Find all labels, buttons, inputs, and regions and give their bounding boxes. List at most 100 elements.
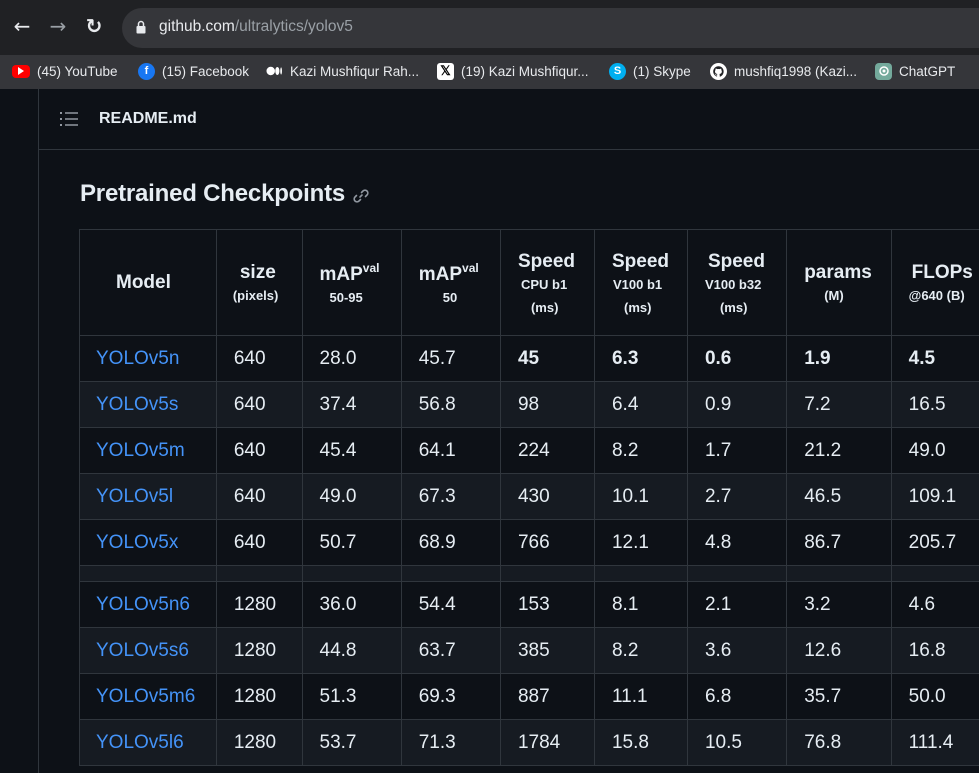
table-cell: 16.8 [890,627,979,674]
header-speed-cpu: Speed CPU b1 (ms) [499,229,595,336]
bookmark-label: ChatGPT [899,63,956,79]
skype-icon: S [609,62,626,80]
spacer-cell [890,565,979,582]
table-cell: 12.6 [786,627,892,674]
table-cell: 35.7 [786,673,892,720]
bookmark-label: Kazi Mushfiqur Rah... [290,63,420,79]
table-cell: 6.4 [593,381,688,428]
model-link[interactable]: YOLOv5s6 [79,627,217,674]
table-cell: 2.7 [686,473,788,520]
table-cell: 1784 [499,719,595,766]
table-cell: 8.2 [593,627,688,674]
bookmark-label: (1) Skype [633,63,691,79]
table-cell: 45.4 [301,427,402,474]
bookmark-chatgpt[interactable]: ChatGPT [875,60,955,82]
table-cell: 63.7 [400,627,501,674]
table-cell: 67.3 [400,473,501,520]
table-cell: 385 [499,627,595,674]
table-cell: 64.1 [400,427,501,474]
table-cell: 6.3 [593,335,688,382]
bookmark-youtube[interactable]: (45) YouTube [12,60,118,82]
address-bar[interactable]: github.com/ultralytics/yolov5 [122,8,979,48]
header-size: size (pixels) [215,229,303,336]
model-link[interactable]: YOLOv5l [79,473,217,520]
spacer-cell [79,565,217,582]
table-cell: 766 [499,519,595,566]
model-link[interactable]: YOLOv5l6 [79,719,217,766]
table-cell: 111.4 [890,719,979,766]
anchor-link-icon[interactable] [352,187,370,205]
reload-button[interactable]: ↻ [82,14,106,38]
youtube-icon [12,64,30,78]
table-cell: 37.4 [301,381,402,428]
header-model: Model [79,229,217,336]
table-cell: 8.1 [593,581,688,628]
model-link[interactable]: YOLOv5n [79,335,217,382]
url-host: github.com [159,18,235,35]
checkpoints-table: Model size (pixels) mAPval 50-95 mAPval 50 … [79,229,979,766]
table-cell: 887 [499,673,595,720]
table-header-row: Model size (pixels) mAPval 50-95 mAPval 50 … [79,229,979,336]
outline-list-icon[interactable] [60,111,78,127]
table-cell: 1280 [215,719,303,766]
table-row: YOLOv5m6 1280 51.3 69.3 887 11.1 6.8 35.7 50.0 [79,673,979,720]
readme-container: README.md Pretrained Checkpoints Model s… [38,89,979,773]
table-cell: 205.7 [890,519,979,566]
chatgpt-icon [875,62,892,80]
back-button[interactable]: ← [10,14,34,38]
forward-button[interactable]: → [46,14,70,38]
github-icon [710,62,727,80]
table-cell: 16.5 [890,381,979,428]
table-row: YOLOv5x 640 50.7 68.9 766 12.1 4.8 86.7 205.7 [79,519,979,566]
table-cell: 45 [499,335,595,382]
model-link[interactable]: YOLOv5n6 [79,581,217,628]
header-params: params (M) [786,229,892,336]
table-cell: 640 [215,335,303,382]
spacer-cell [499,565,595,582]
header-speed-v100-b32: Speed V100 b32 (ms) [686,229,788,336]
model-link[interactable]: YOLOv5m6 [79,673,217,720]
table-cell: 109.1 [890,473,979,520]
bookmark-x[interactable]: 𝕏 (19) Kazi Mushfiqur... [437,60,589,82]
table-cell: 10.5 [686,719,788,766]
table-cell: 50.7 [301,519,402,566]
table-cell: 4.8 [686,519,788,566]
bookmark-medium[interactable]: Kazi Mushfiqur Rah... [266,60,419,82]
bookmark-facebook[interactable]: f (15) Facebook [138,60,249,82]
table-row: YOLOv5m 640 45.4 64.1 224 8.2 1.7 21.2 49.0 [79,427,979,474]
table-cell: 6.8 [686,673,788,720]
table-cell: 1.9 [786,335,892,382]
table-cell: 51.3 [301,673,402,720]
table-cell: 640 [215,519,303,566]
table-cell: 21.2 [786,427,892,474]
table-cell: 3.2 [786,581,892,628]
medium-icon [266,63,283,80]
model-link[interactable]: YOLOv5m [79,427,217,474]
table-cell: 46.5 [786,473,892,520]
table-cell: 3.6 [686,627,788,674]
model-link[interactable]: YOLOv5s [79,381,217,428]
spacer-cell [786,565,892,582]
url-text[interactable]: github.com/ultralytics/yolov5 [159,18,353,36]
header-map-50: mAPval 50 [400,229,501,336]
table-cell: 15.8 [593,719,688,766]
table-cell: 10.1 [593,473,688,520]
table-cell: 76.8 [786,719,892,766]
lock-icon[interactable] [136,20,146,34]
bookmark-label: (19) Kazi Mushfiqur... [461,63,589,79]
model-link[interactable]: YOLOv5x [79,519,217,566]
readme-file-name[interactable]: README.md [99,110,197,128]
bookmark-skype[interactable]: S (1) Skype [609,60,691,82]
table-cell: 49.0 [890,427,979,474]
facebook-icon: f [138,62,155,80]
table-spacer-row [79,565,979,582]
table-cell: 98 [499,381,595,428]
section-heading: Pretrained Checkpoints [80,180,346,207]
table-cell: 1280 [215,581,303,628]
table-cell: 71.3 [400,719,501,766]
bookmark-github[interactable]: mushfiq1998 (Kazi... [710,60,857,82]
table-cell: 0.9 [686,381,788,428]
table-row: YOLOv5s 640 37.4 56.8 98 6.4 0.9 7.2 16.5 [79,381,979,428]
table-cell: 2.1 [686,581,788,628]
header-map-50-95: mAPval 50-95 [301,229,402,336]
